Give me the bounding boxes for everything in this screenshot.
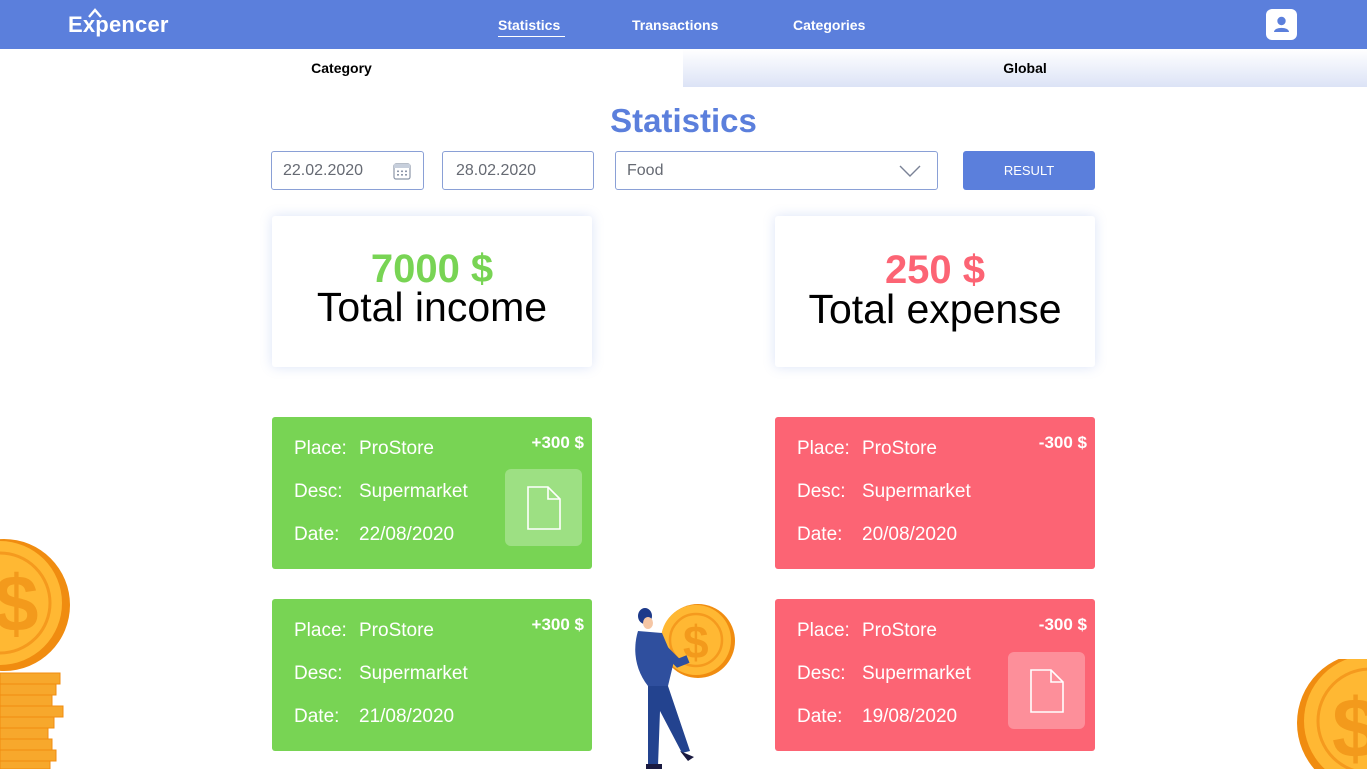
tab-category[interactable]: Category <box>0 49 683 87</box>
desc-label: Desc: <box>797 663 846 684</box>
transaction-amount: -300 $ <box>1038 433 1087 452</box>
place-value: ProStore <box>862 620 937 641</box>
transaction-card[interactable]: -300 $ Place: ProStore Desc: Supermarket D… <box>775 417 1095 569</box>
place-value: ProStore <box>359 438 434 459</box>
desc-value: Supermarket <box>862 663 971 684</box>
date-value: 20/08/2020 <box>862 524 958 545</box>
place-label: Place: <box>797 438 850 459</box>
date-label: Date: <box>294 706 340 727</box>
person-carrying-coin-illustration: $ <box>635 604 735 769</box>
desc-label: Desc: <box>797 481 846 502</box>
desc-value: Supermarket <box>359 663 468 684</box>
date-label: Date: <box>797 524 843 545</box>
transaction-card[interactable]: +300 $ Place: ProStore Desc: Supermarket D… <box>272 417 592 569</box>
desc-label: Desc: <box>294 663 343 684</box>
document-icon <box>1030 669 1064 713</box>
nav-transactions[interactable]: Transactions <box>632 17 718 33</box>
place-label: Place: <box>294 438 347 459</box>
page-title: Statistics <box>610 102 757 139</box>
document-icon <box>527 486 561 530</box>
transaction-amount: -300 $ <box>1038 615 1087 634</box>
transaction-amount: +300 $ <box>531 615 584 634</box>
date-from-value: 22.02.2020 <box>283 162 364 179</box>
user-icon <box>1274 16 1289 32</box>
desc-value: Supermarket <box>359 481 468 502</box>
calendar-icon[interactable] <box>393 162 411 180</box>
desc-value: Supermarket <box>862 481 971 502</box>
receipt-button[interactable] <box>505 469 582 546</box>
svg-text:$: $ <box>1332 681 1367 769</box>
result-button[interactable]: RESULT <box>963 151 1095 190</box>
category-select-value: Food <box>627 162 664 179</box>
date-value: 19/08/2020 <box>862 706 958 727</box>
svg-text:$: $ <box>0 559 39 648</box>
total-expense-label: Total expense <box>808 286 1062 332</box>
date-label: Date: <box>294 524 340 545</box>
date-value: 21/08/2020 <box>359 706 455 727</box>
total-income-card: 7000 $ Total income <box>272 216 592 367</box>
place-label: Place: <box>797 620 850 641</box>
tab-global[interactable]: Global <box>683 49 1367 87</box>
app-logo[interactable]: Expencer <box>68 12 169 38</box>
chevron-down-icon <box>899 165 921 177</box>
place-label: Place: <box>294 620 347 641</box>
total-expense-card: 250 $ Total expense <box>775 216 1095 367</box>
receipt-button[interactable] <box>1008 652 1085 729</box>
desc-label: Desc: <box>294 481 343 502</box>
nav-categories[interactable]: Categories <box>793 17 865 33</box>
top-navigation-bar: Expencer Statistics Transactions Categor… <box>0 0 1367 49</box>
user-profile-button[interactable] <box>1266 9 1297 40</box>
total-income-label: Total income <box>316 284 548 330</box>
date-from-input[interactable]: 22.02.2020 <box>271 151 424 190</box>
date-to-value: 28.02.2020 <box>456 162 537 179</box>
coin-stack-illustration: $ <box>0 539 70 769</box>
transaction-card[interactable]: +300 $ Place: ProStore Desc: Supermarket D… <box>272 599 592 751</box>
category-select[interactable]: Food <box>615 151 938 190</box>
date-to-input[interactable]: 28.02.2020 <box>442 151 594 190</box>
transaction-amount: +300 $ <box>531 433 584 452</box>
date-value: 22/08/2020 <box>359 524 455 545</box>
transaction-card[interactable]: -300 $ Place: ProStore Desc: Supermarket D… <box>775 599 1095 751</box>
place-value: ProStore <box>359 620 434 641</box>
logo-arrow-icon <box>88 8 102 18</box>
date-label: Date: <box>797 706 843 727</box>
nav-statistics[interactable]: Statistics <box>498 17 566 37</box>
coin-illustration: $ <box>1297 659 1367 769</box>
place-value: ProStore <box>862 438 937 459</box>
